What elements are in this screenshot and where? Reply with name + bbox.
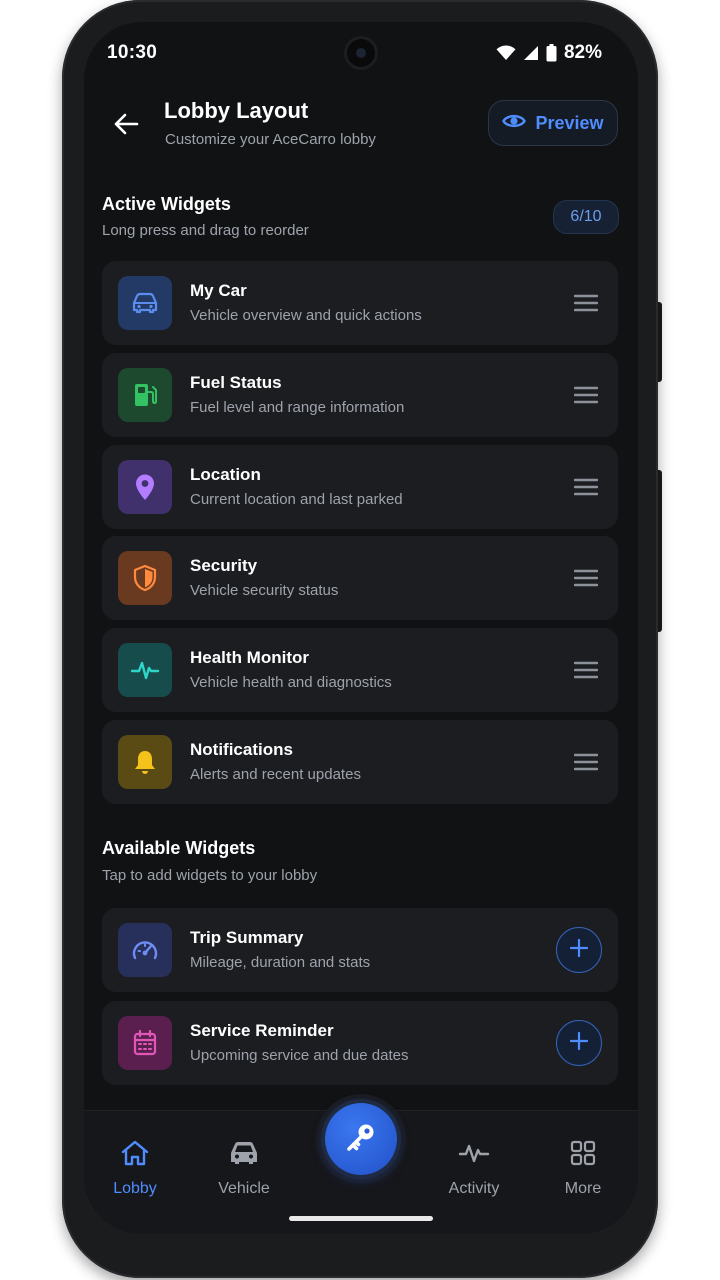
widget-card-location[interactable]: Location Current location and last parke… [102, 445, 618, 529]
nav-item-activity[interactable]: Activity [434, 1139, 514, 1198]
plus-icon [569, 1031, 589, 1055]
activity-icon [458, 1139, 490, 1172]
widget-card-my-car[interactable]: My Car Vehicle overview and quick action… [102, 261, 618, 345]
drag-handle-icon[interactable] [572, 289, 600, 317]
widget-description: Upcoming service and due dates [190, 1047, 409, 1064]
calendar-icon [118, 1016, 172, 1070]
page-subtitle: Customize your AceCarro lobby [165, 131, 376, 148]
available-widgets-subtitle: Tap to add widgets to your lobby [102, 867, 318, 884]
widget-name: Trip Summary [190, 928, 304, 947]
widget-card-service-reminder[interactable]: Service Reminder Upcoming service and du… [102, 1001, 618, 1085]
widget-description: Vehicle overview and quick actions [190, 307, 422, 324]
preview-label: Preview [535, 112, 604, 133]
status-icons: 82% [496, 42, 602, 64]
key-icon [344, 1120, 378, 1159]
arrow-left-icon [113, 112, 139, 141]
drag-handle-icon[interactable] [572, 473, 600, 501]
widget-card-health-monitor[interactable]: Health Monitor Vehicle health and diagno… [102, 628, 618, 712]
drag-handle-icon[interactable] [572, 381, 600, 409]
widget-name: Location [190, 465, 261, 484]
widget-card-trip-summary[interactable]: Trip Summary Mileage, duration and stats [102, 908, 618, 992]
plus-icon [569, 938, 589, 962]
drag-handle-icon[interactable] [572, 564, 600, 592]
wifi-icon [496, 45, 516, 61]
nav-label: Lobby [113, 1180, 157, 1197]
map-pin-icon [118, 460, 172, 514]
center-key-button[interactable] [325, 1103, 397, 1175]
widget-name: Fuel Status [190, 373, 282, 392]
widget-card-fuel-status[interactable]: Fuel Status Fuel level and range informa… [102, 353, 618, 437]
grid-icon [569, 1139, 597, 1172]
battery-percent: 82% [563, 42, 602, 63]
status-time: 10:30 [107, 42, 158, 63]
fuel-pump-icon [118, 368, 172, 422]
active-widgets-subtitle: Long press and drag to reorder [102, 222, 309, 239]
add-widget-button[interactable] [556, 927, 602, 973]
nav-item-lobby[interactable]: Lobby [95, 1139, 175, 1198]
cell-signal-icon [523, 45, 539, 61]
nav-item-vehicle[interactable]: Vehicle [204, 1139, 284, 1198]
page-title: Lobby Layout [164, 98, 309, 123]
home-indicator[interactable] [289, 1216, 433, 1221]
shield-icon [118, 551, 172, 605]
widget-description: Fuel level and range information [190, 399, 405, 416]
drag-handle-icon[interactable] [572, 748, 600, 776]
battery-icon [546, 44, 557, 62]
car-icon [118, 276, 172, 330]
nav-label: More [564, 1180, 602, 1197]
preview-button[interactable]: Preview [488, 100, 618, 146]
home-icon [120, 1139, 150, 1172]
available-widgets-title: Available Widgets [102, 838, 256, 858]
front-camera [344, 36, 378, 70]
widget-name: Health Monitor [190, 648, 309, 667]
app-screen: 10:30 82% Lobby Layout Customize your Ac… [84, 22, 638, 1234]
widget-description: Mileage, duration and stats [190, 954, 371, 971]
widget-description: Vehicle security status [190, 582, 339, 599]
widget-description: Vehicle health and diagnostics [190, 674, 392, 691]
widget-card-notifications[interactable]: Notifications Alerts and recent updates [102, 720, 618, 804]
widget-name: Notifications [190, 740, 293, 759]
widget-name: Service Reminder [190, 1021, 334, 1040]
active-widget-count-badge: 6/10 [553, 200, 619, 234]
nav-label: Activity [448, 1180, 500, 1197]
back-button[interactable] [104, 104, 148, 148]
active-widgets-title: Active Widgets [102, 194, 231, 214]
nav-item-more[interactable]: More [543, 1139, 623, 1198]
add-widget-button[interactable] [556, 1020, 602, 1066]
widget-card-security[interactable]: Security Vehicle security status [102, 536, 618, 620]
widget-name: My Car [190, 281, 247, 300]
widget-name: Security [190, 556, 258, 575]
widget-description: Current location and last parked [190, 491, 403, 508]
eye-icon [502, 112, 527, 135]
heartbeat-icon [118, 643, 172, 697]
widget-description: Alerts and recent updates [190, 766, 361, 783]
nav-label: Vehicle [218, 1180, 270, 1197]
car-icon [228, 1139, 260, 1172]
speedometer-icon [118, 923, 172, 977]
bell-icon [118, 735, 172, 789]
drag-handle-icon[interactable] [572, 656, 600, 684]
